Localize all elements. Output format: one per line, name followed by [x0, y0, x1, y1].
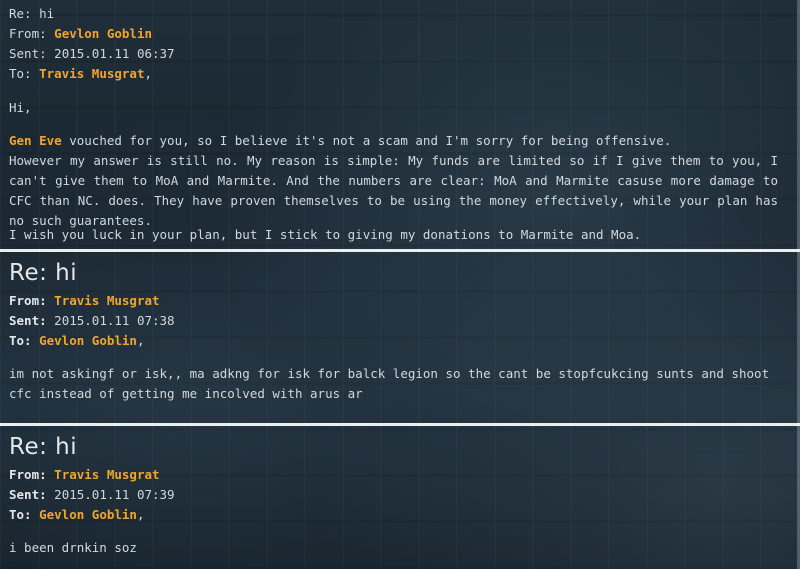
mail-message: Re: hi From: Travis Musgrat Sent: 2015.0…	[0, 254, 800, 422]
mentioned-character-link[interactable]: Gen Eve	[9, 133, 62, 148]
recipient-link[interactable]: Travis Musgrat	[39, 66, 144, 81]
sent-label: Sent:	[9, 487, 47, 502]
message-sent: Sent: 2015.01.11 06:37	[9, 44, 175, 64]
sent-label: Sent:	[9, 313, 47, 328]
recipient-suffix: ,	[136, 333, 145, 348]
message-to: To: Gevlon Goblin,	[9, 505, 144, 525]
to-label: To:	[9, 507, 32, 522]
mail-message: Re: hi From: Gevlon Goblin Sent: 2015.01…	[0, 0, 800, 249]
recipient-link[interactable]: Gevlon Goblin	[39, 507, 137, 522]
message-from: From: Gevlon Goblin	[9, 24, 152, 44]
message-subject: Re: hi	[9, 434, 78, 460]
sent-timestamp: 2015.01.11 07:39	[54, 487, 175, 502]
body-text: vouched for you, so I believe it's not a…	[61, 133, 672, 148]
message-body-paragraph: im not askingf or isk,, ma adkng for isk…	[9, 366, 770, 401]
message-greeting: Hi,	[9, 100, 32, 115]
sent-timestamp: 2015.01.11 07:38	[54, 313, 175, 328]
message-subject: Re: hi	[9, 260, 78, 286]
recipient-suffix: ,	[144, 66, 152, 81]
from-label: From:	[9, 293, 47, 308]
sender-link[interactable]: Travis Musgrat	[54, 467, 159, 482]
to-label: To:	[9, 66, 32, 81]
sent-timestamp: 2015.01.11 06:37	[54, 46, 175, 61]
to-label: To:	[9, 333, 32, 348]
message-divider	[0, 249, 800, 252]
message-sent: Sent: 2015.01.11 07:39	[9, 485, 175, 505]
mail-thread: Re: hi From: Gevlon Goblin Sent: 2015.01…	[0, 0, 800, 569]
message-body-line: Gen Eve vouched for you, so I believe it…	[9, 131, 671, 151]
from-label: From:	[9, 467, 47, 482]
message-sent: Sent: 2015.01.11 07:38	[9, 311, 175, 331]
recipient-link[interactable]: Gevlon Goblin	[39, 333, 137, 348]
message-to: To: Travis Musgrat,	[9, 64, 152, 84]
message-subject: Re: hi	[9, 6, 55, 21]
message-from: From: Travis Musgrat	[9, 465, 160, 485]
sender-link[interactable]: Travis Musgrat	[54, 293, 159, 308]
message-body-paragraph: i been drnkin soz	[9, 540, 137, 555]
message-divider	[0, 423, 800, 426]
recipient-suffix: ,	[136, 507, 145, 522]
sent-label: Sent:	[9, 46, 47, 61]
message-body-paragraph: I wish you luck in your plan, but I stic…	[9, 227, 642, 242]
sender-link[interactable]: Gevlon Goblin	[54, 26, 152, 41]
message-to: To: Gevlon Goblin,	[9, 331, 144, 351]
message-from: From: Travis Musgrat	[9, 291, 160, 311]
message-body-paragraph: However my answer is still no. My reason…	[9, 153, 778, 228]
mail-message: Re: hi From: Travis Musgrat Sent: 2015.0…	[0, 428, 800, 569]
from-label: From:	[9, 26, 47, 41]
